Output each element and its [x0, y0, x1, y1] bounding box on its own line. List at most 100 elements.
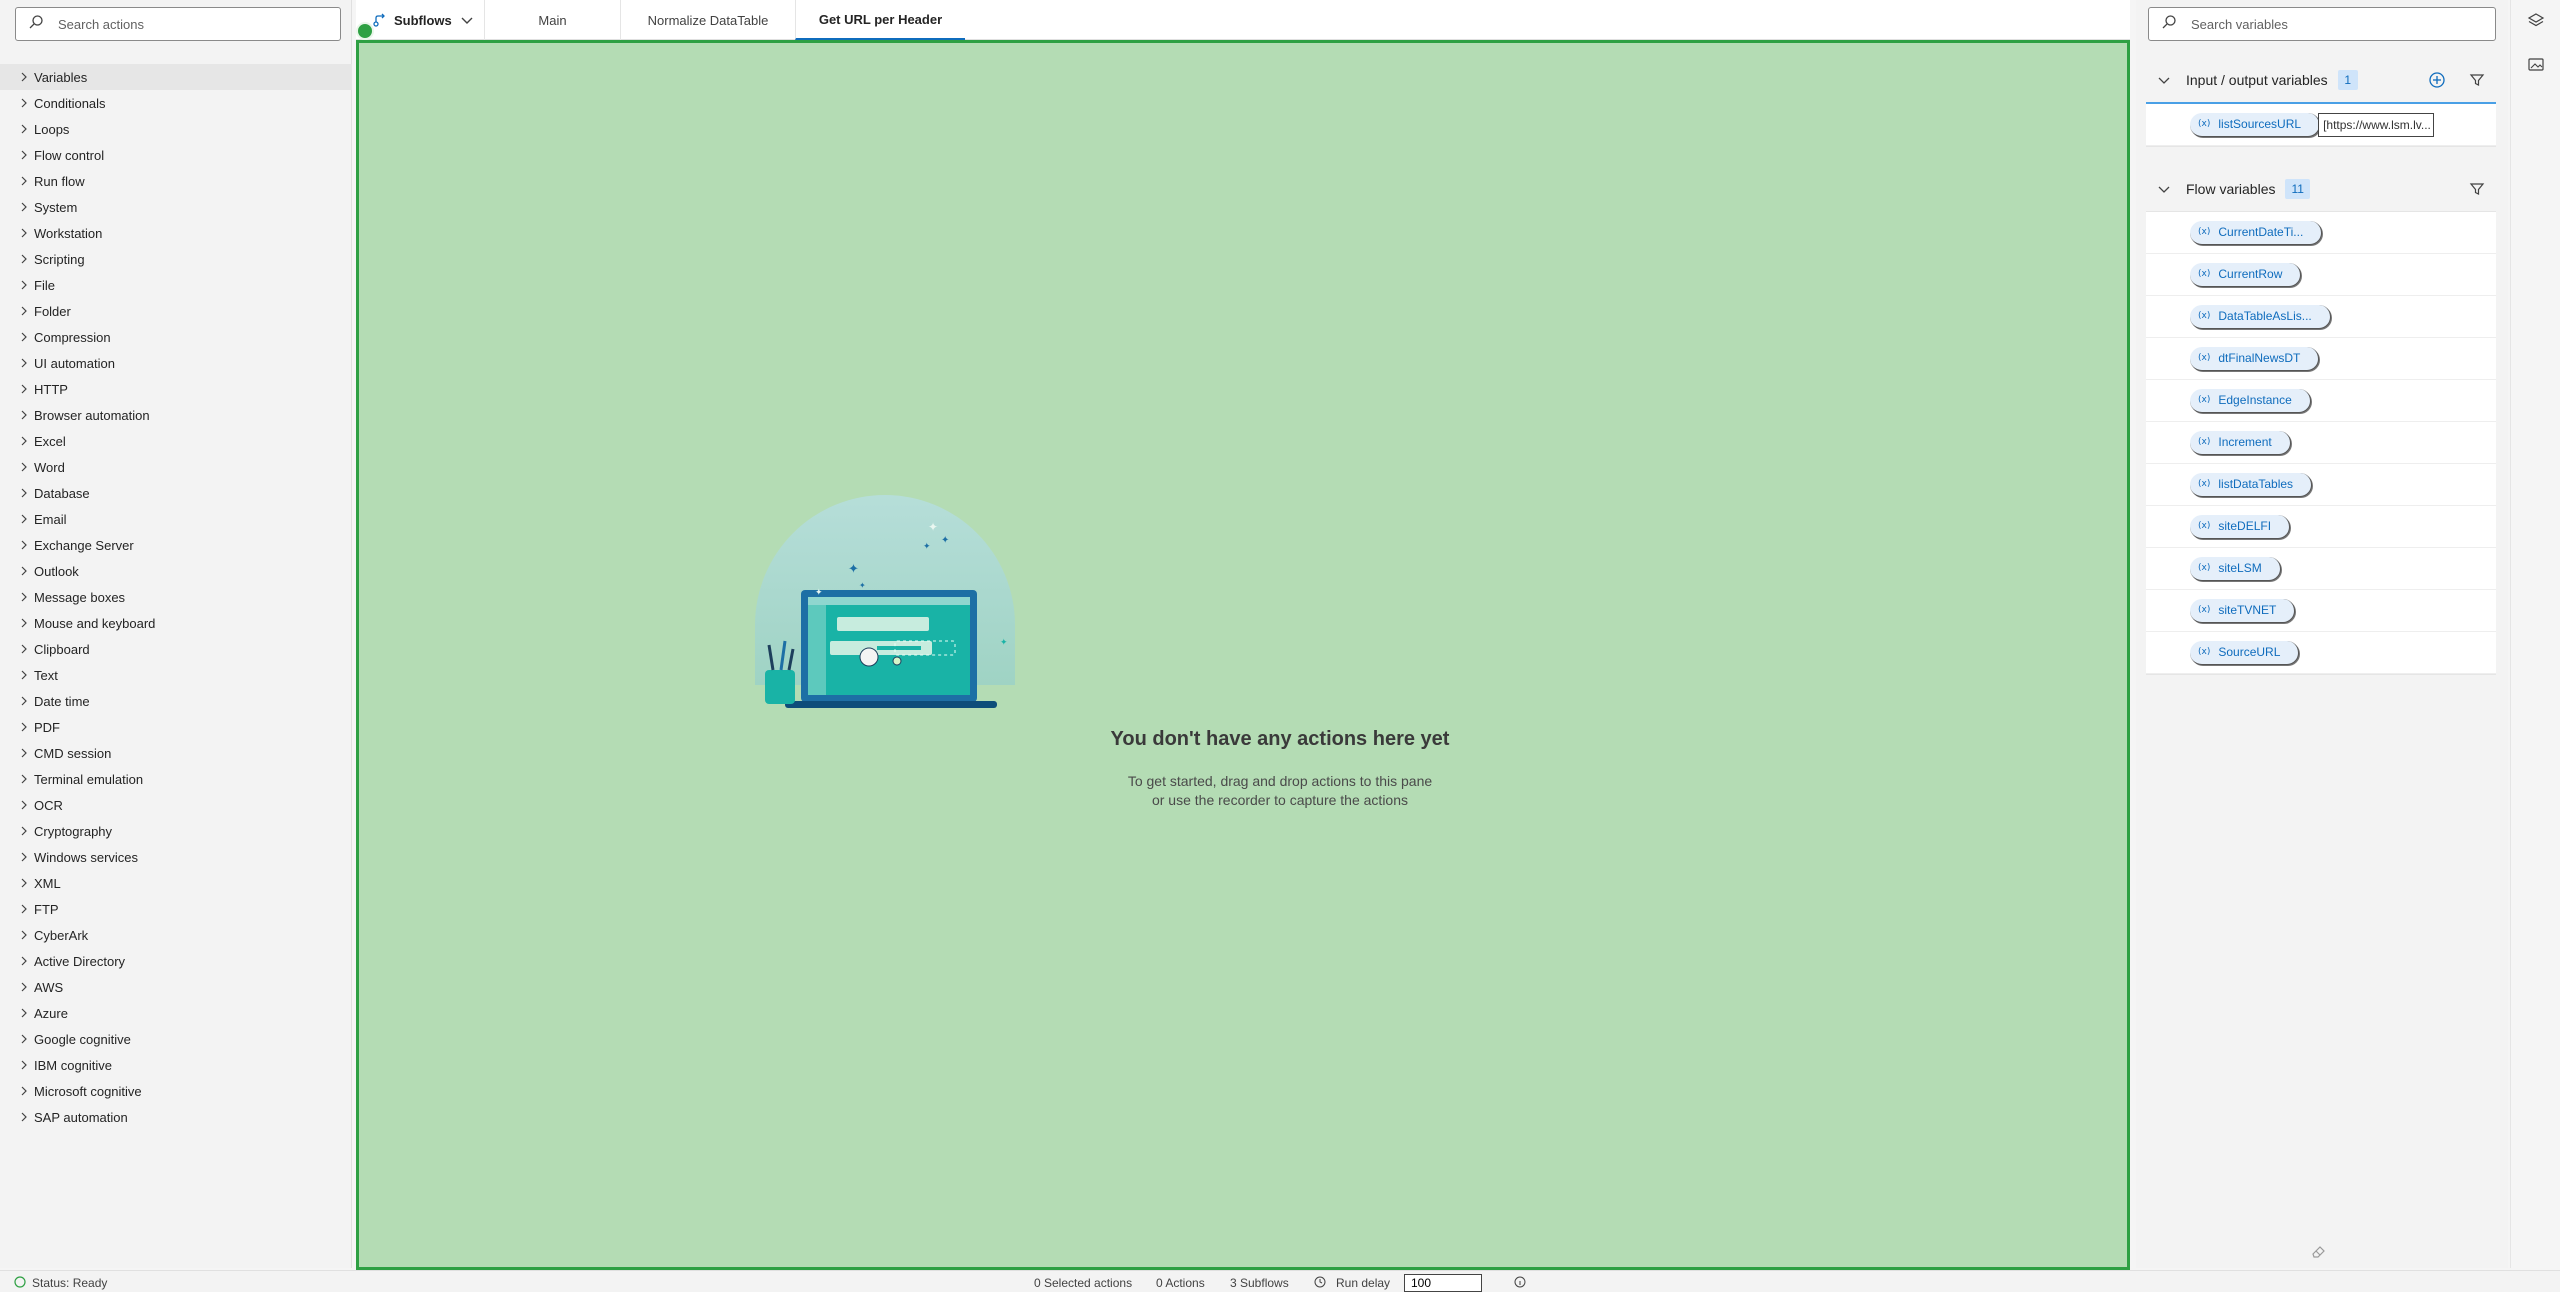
action-category-item[interactable]: Google cognitive: [0, 1026, 352, 1052]
chevron-down-icon[interactable]: [2156, 72, 2172, 88]
variable-chip[interactable]: (x) Increment: [2190, 430, 2291, 455]
action-category-label: Database: [34, 485, 90, 501]
variable-row[interactable]: (x) siteDELFI: [2146, 506, 2496, 548]
variable-icon: (x): [2198, 647, 2211, 657]
chevron-right-icon: [18, 825, 30, 837]
tab-normalize-datatable[interactable]: Normalize DataTable: [620, 0, 795, 40]
action-category-item[interactable]: Flow control: [0, 142, 352, 168]
variable-row[interactable]: (x) siteTVNET: [2146, 590, 2496, 632]
action-category-item[interactable]: Microsoft cognitive: [0, 1078, 352, 1104]
flow-variables-header[interactable]: Flow variables 11: [2146, 166, 2496, 212]
variable-row[interactable]: (x) EdgeInstance: [2146, 380, 2496, 422]
action-category-item[interactable]: Cryptography: [0, 818, 352, 844]
action-category-item[interactable]: Windows services: [0, 844, 352, 870]
action-drop-canvas[interactable]: [356, 40, 2130, 1270]
chevron-right-icon: [18, 1085, 30, 1097]
action-category-item[interactable]: Compression: [0, 324, 352, 350]
actions-search-box[interactable]: [15, 7, 341, 41]
tab-get-url-per-header[interactable]: Get URL per Header: [795, 0, 965, 40]
action-category-item[interactable]: Date time: [0, 688, 352, 714]
variable-row[interactable]: (x) siteLSM: [2146, 548, 2496, 590]
action-category-item[interactable]: Exchange Server: [0, 532, 352, 558]
variable-chip[interactable]: (x) CurrentDateTi...: [2190, 220, 2323, 245]
chevron-right-icon: [18, 253, 30, 265]
variables-search-box[interactable]: [2148, 7, 2496, 41]
action-category-label: Microsoft cognitive: [34, 1083, 142, 1099]
action-category-item[interactable]: Scripting: [0, 246, 352, 272]
action-category-item[interactable]: Loops: [0, 116, 352, 142]
action-category-item[interactable]: Azure: [0, 1000, 352, 1026]
variable-name: listSourcesURL: [2218, 117, 2302, 131]
action-category-item[interactable]: Active Directory: [0, 948, 352, 974]
tab-main[interactable]: Main: [484, 0, 620, 40]
filter-icon[interactable]: [2468, 71, 2486, 89]
variable-row[interactable]: (x) CurrentRow: [2146, 254, 2496, 296]
variable-chip[interactable]: (x) siteDELFI: [2190, 514, 2291, 539]
action-category-label: XML: [34, 875, 61, 891]
variable-chip[interactable]: (x) listDataTables: [2190, 472, 2313, 497]
action-category-item[interactable]: SAP automation: [0, 1104, 352, 1130]
action-category-item[interactable]: HTTP: [0, 376, 352, 402]
chevron-down-icon[interactable]: [2156, 181, 2172, 197]
chevron-right-icon: [18, 565, 30, 577]
action-category-item[interactable]: AWS: [0, 974, 352, 1000]
action-category-item[interactable]: XML: [0, 870, 352, 896]
variables-search-input[interactable]: [2191, 16, 2459, 32]
action-category-item[interactable]: Mouse and keyboard: [0, 610, 352, 636]
action-category-item[interactable]: System: [0, 194, 352, 220]
variable-chip[interactable]: (x) CurrentRow: [2190, 262, 2302, 287]
action-category-item[interactable]: IBM cognitive: [0, 1052, 352, 1078]
variable-name: dtFinalNewsDT: [2218, 351, 2301, 365]
variable-chip[interactable]: (x) listSourcesURL: [2190, 112, 2321, 137]
action-category-item[interactable]: Variables: [0, 64, 352, 90]
add-icon[interactable]: [2428, 71, 2446, 89]
variable-row[interactable]: (x) CurrentDateTi...: [2146, 212, 2496, 254]
action-category-label: Word: [34, 459, 65, 475]
variable-value[interactable]: [https://www.lsm.lv...: [2318, 112, 2435, 137]
action-category-label: Folder: [34, 303, 71, 319]
filter-icon[interactable]: [2468, 180, 2486, 198]
subflows-count: 3 Subflows: [1230, 1276, 1289, 1290]
variable-row[interactable]: (x) DataTableAsLis...: [2146, 296, 2496, 338]
info-icon[interactable]: [1514, 1276, 1526, 1291]
variable-chip[interactable]: (x) DataTableAsLis...: [2190, 304, 2331, 329]
svg-text:✦: ✦: [859, 581, 866, 590]
action-category-item[interactable]: Email: [0, 506, 352, 532]
action-category-item[interactable]: Excel: [0, 428, 352, 454]
action-category-item[interactable]: Conditionals: [0, 90, 352, 116]
variable-chip[interactable]: (x) EdgeInstance: [2190, 388, 2311, 413]
action-category-item[interactable]: Word: [0, 454, 352, 480]
action-category-item[interactable]: UI automation: [0, 350, 352, 376]
action-category-item[interactable]: Browser automation: [0, 402, 352, 428]
action-category-item[interactable]: Clipboard: [0, 636, 352, 662]
chevron-right-icon: [18, 175, 30, 187]
chevron-right-icon: [18, 929, 30, 941]
action-category-item[interactable]: Outlook: [0, 558, 352, 584]
variable-row[interactable]: (x) listDataTables: [2146, 464, 2496, 506]
variable-chip[interactable]: (x) siteLSM: [2190, 556, 2281, 581]
variable-chip[interactable]: (x) dtFinalNewsDT: [2190, 346, 2320, 371]
action-category-item[interactable]: FTP: [0, 896, 352, 922]
action-category-item[interactable]: Folder: [0, 298, 352, 324]
variable-row[interactable]: (x) Increment: [2146, 422, 2496, 464]
image-icon[interactable]: [2527, 56, 2545, 74]
action-category-item[interactable]: Text: [0, 662, 352, 688]
action-category-item[interactable]: CyberArk: [0, 922, 352, 948]
run-delay-input[interactable]: [1404, 1274, 1482, 1292]
action-category-item[interactable]: File: [0, 272, 352, 298]
action-category-item[interactable]: Workstation: [0, 220, 352, 246]
variable-chip[interactable]: (x) SourceURL: [2190, 640, 2300, 665]
action-category-item[interactable]: Run flow: [0, 168, 352, 194]
variable-chip[interactable]: (x) siteTVNET: [2190, 598, 2296, 623]
subflows-dropdown-button[interactable]: Subflows: [372, 0, 473, 40]
eraser-icon[interactable]: [2310, 1242, 2328, 1260]
io-variables-header[interactable]: Input / output variables 1: [2146, 58, 2496, 104]
layers-icon[interactable]: [2527, 12, 2545, 30]
action-category-item[interactable]: Database: [0, 480, 352, 506]
action-category-item[interactable]: Message boxes: [0, 584, 352, 610]
variable-row[interactable]: (x) SourceURL: [2146, 632, 2496, 674]
variable-row[interactable]: (x) listSourcesURL [https://www.lsm.lv...: [2146, 104, 2496, 146]
variable-row[interactable]: (x) dtFinalNewsDT: [2146, 338, 2496, 380]
action-category-label: Mouse and keyboard: [34, 615, 156, 631]
actions-search-input[interactable]: [58, 16, 308, 32]
